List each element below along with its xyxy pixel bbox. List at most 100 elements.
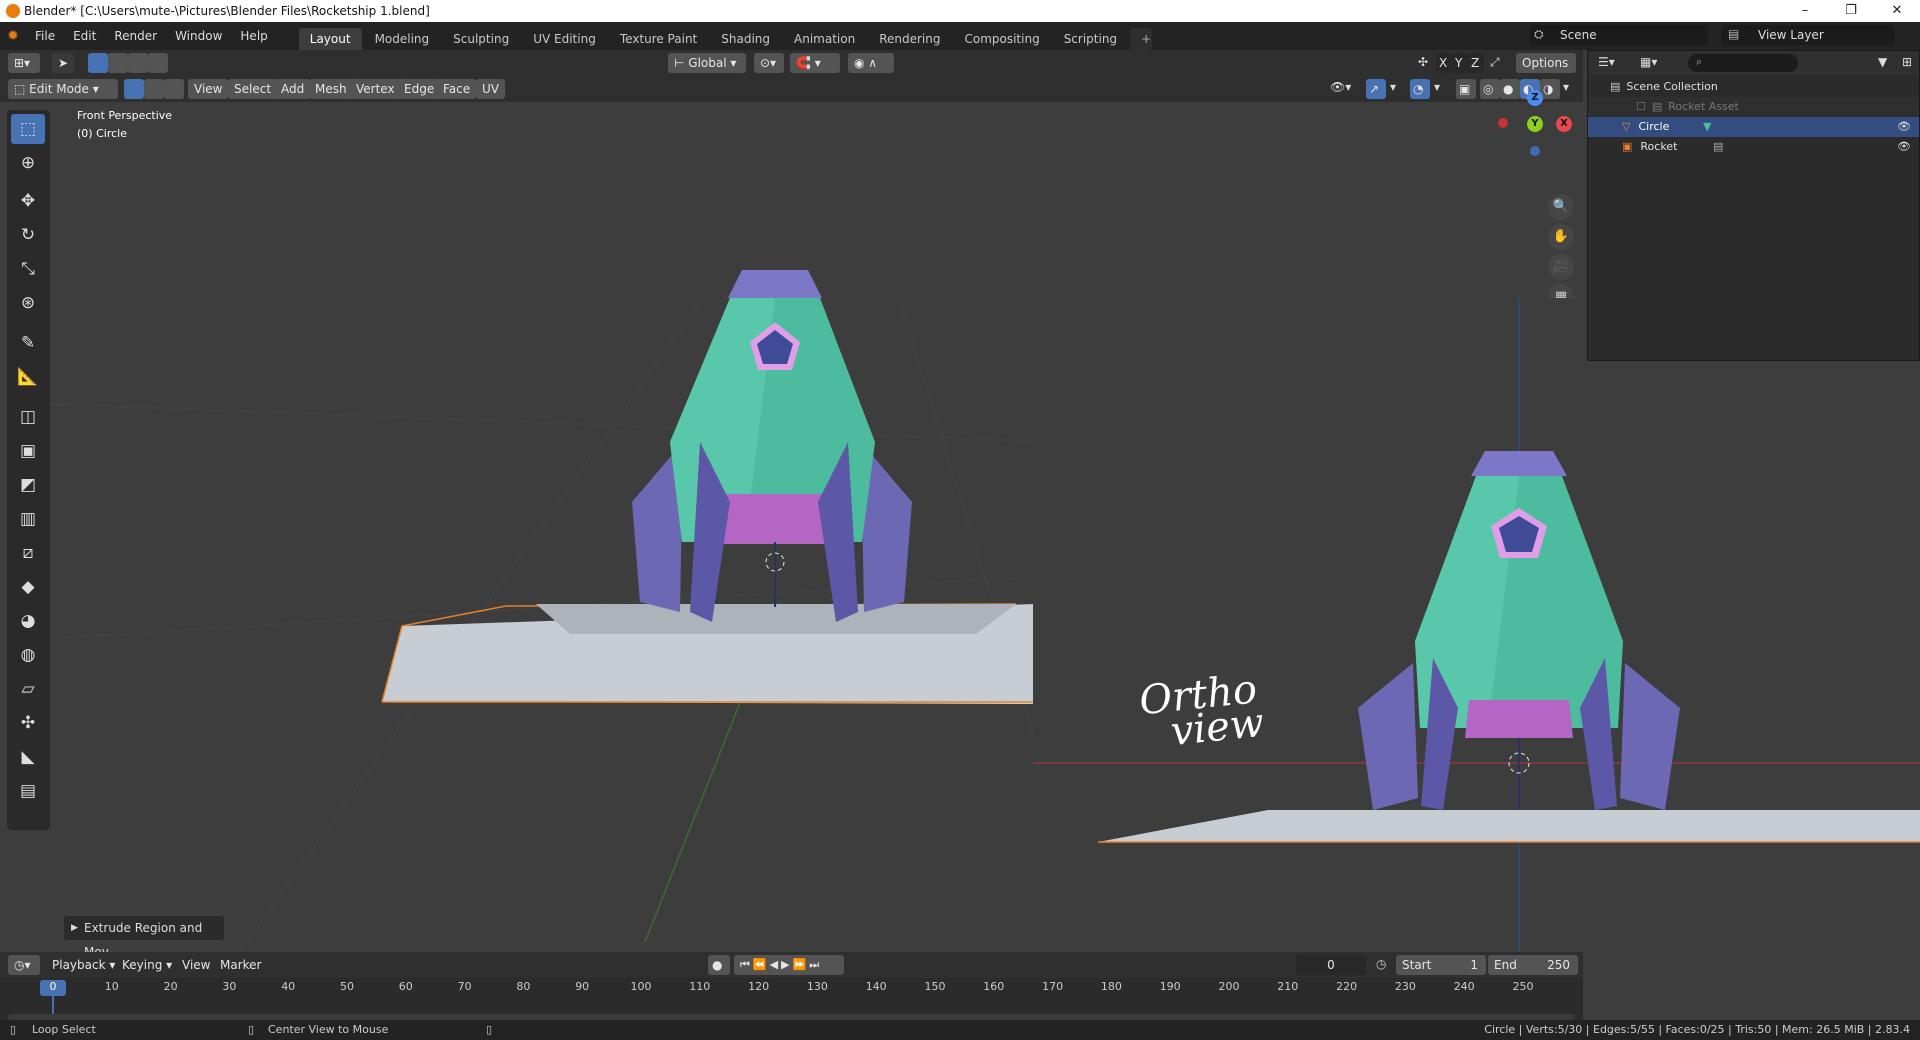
tab-uv-editing[interactable]: UV Editing bbox=[522, 28, 607, 50]
move-tool-icon[interactable]: ✥ bbox=[11, 186, 45, 216]
tab-animation[interactable]: Animation bbox=[783, 28, 866, 50]
menu-timeline-view[interactable]: View bbox=[176, 955, 216, 975]
topology-mirror-icon[interactable]: ⤢ bbox=[1490, 55, 1500, 70]
select-tool-icon[interactable]: ➤ bbox=[52, 53, 74, 73]
filter-icon[interactable]: ▼ bbox=[1878, 55, 1887, 69]
snap-icon[interactable]: 🧲 ▾ bbox=[790, 53, 840, 73]
shading-dropdown-icon[interactable]: ▾ bbox=[1563, 80, 1569, 94]
blender-menu-icon[interactable]: ✹ bbox=[0, 28, 26, 44]
mode-dropdown[interactable]: ⬚ Edit Mode ▾ bbox=[8, 79, 118, 99]
tab-modeling[interactable]: Modeling bbox=[364, 28, 441, 50]
preview-range-icon[interactable]: ◷ bbox=[1376, 957, 1386, 971]
gizmo-neg-z-axis[interactable] bbox=[1530, 146, 1540, 156]
menu-uv[interactable]: UV bbox=[476, 79, 505, 99]
gizmo-x-axis[interactable]: X bbox=[1556, 116, 1572, 132]
edge-slide-tool-icon[interactable]: ▱ bbox=[11, 674, 45, 704]
start-frame-field[interactable]: Start 1 bbox=[1396, 955, 1486, 975]
menu-edge[interactable]: Edge bbox=[398, 79, 441, 99]
scene-selector[interactable]: Scene bbox=[1530, 25, 1708, 45]
bevel-tool-icon[interactable]: ◩ bbox=[11, 470, 45, 500]
end-frame-field[interactable]: End 250 bbox=[1488, 955, 1578, 975]
zoom-icon[interactable]: 🔍 bbox=[1548, 194, 1574, 220]
timeline-editor-type-button[interactable]: ◷▾ bbox=[8, 955, 40, 975]
menu-window[interactable]: Window bbox=[166, 22, 231, 50]
outliner-item-rocket[interactable]: ▣ Rocket ▤ 👁 bbox=[1588, 137, 1919, 157]
extrude-tool-icon[interactable]: ◫ bbox=[11, 402, 45, 432]
visibility-icon[interactable]: 👁▾ bbox=[1330, 80, 1351, 94]
tab-layout[interactable]: Layout bbox=[298, 28, 362, 50]
menu-view[interactable]: View bbox=[188, 79, 229, 99]
mesh-data-icon[interactable]: ▼ bbox=[1703, 117, 1711, 137]
rip-tool-icon[interactable]: ▤ bbox=[11, 776, 45, 806]
tab-sculpting[interactable]: Sculpting bbox=[442, 28, 520, 50]
outliner-item-rocket-asset[interactable]: ☐ ▤ Rocket Asset bbox=[1588, 97, 1919, 117]
menu-marker[interactable]: Marker bbox=[214, 955, 267, 975]
close-button[interactable]: ✕ bbox=[1874, 0, 1920, 22]
select-box-tool-icon[interactable]: ⬚ bbox=[11, 114, 45, 144]
pan-hand-icon[interactable]: ✋ bbox=[1548, 224, 1574, 250]
select-intersect-icon[interactable] bbox=[148, 53, 168, 73]
menu-select[interactable]: Select bbox=[228, 79, 278, 99]
new-collection-icon[interactable]: ⊞ bbox=[1902, 55, 1912, 69]
camera-view-icon[interactable]: 🎥 bbox=[1548, 254, 1574, 280]
menu-help[interactable]: Help bbox=[231, 22, 276, 50]
measure-tool-icon[interactable]: 📐 bbox=[11, 362, 45, 392]
solid-shading-icon[interactable]: ● bbox=[1500, 79, 1520, 99]
select-new-icon[interactable] bbox=[88, 53, 108, 73]
menu-face[interactable]: Face bbox=[437, 79, 477, 99]
outliner-search-input[interactable]: ⌕ bbox=[1688, 54, 1798, 72]
tab-compositing[interactable]: Compositing bbox=[953, 28, 1050, 50]
gizmo-neg-x-axis[interactable] bbox=[1498, 118, 1508, 128]
visibility-eye-icon[interactable]: 👁 bbox=[1897, 117, 1911, 137]
gizmo-y-axis[interactable]: Y bbox=[1527, 116, 1543, 132]
gizmo-dropdown-icon[interactable]: ▾ bbox=[1390, 80, 1396, 94]
rotate-tool-icon[interactable]: ↻ bbox=[11, 220, 45, 250]
outliner-editor-icon[interactable]: ☰▾ bbox=[1598, 55, 1615, 69]
tab-scripting[interactable]: Scripting bbox=[1053, 28, 1128, 50]
current-frame-field[interactable]: 0 bbox=[1296, 955, 1366, 975]
visibility-eye-icon[interactable]: 👁 bbox=[1897, 137, 1911, 157]
tab-rendering[interactable]: Rendering bbox=[868, 28, 951, 50]
mirror-icon[interactable]: ✣ bbox=[1418, 55, 1428, 69]
view-layer-selector[interactable]: View Layer bbox=[1722, 25, 1894, 45]
menu-keying[interactable]: Keying ▾ bbox=[116, 955, 178, 975]
mirror-x-toggle[interactable]: X bbox=[1436, 53, 1452, 73]
gizmo-toggle-icon[interactable]: ↗ bbox=[1366, 79, 1386, 99]
rendered-shading-icon[interactable]: ◑ bbox=[1540, 79, 1560, 99]
outliner-item-circle[interactable]: ▽ Circle ▼ 👁 bbox=[1588, 117, 1919, 137]
menu-file[interactable]: File bbox=[26, 22, 64, 50]
collection-instance-icon[interactable]: ▤ bbox=[1713, 137, 1723, 157]
smooth-tool-icon[interactable]: ◍ bbox=[11, 640, 45, 670]
menu-add[interactable]: Add bbox=[275, 79, 311, 99]
cursor-tool-icon[interactable]: ⊕ bbox=[11, 148, 45, 178]
transform-tool-icon[interactable]: ⊛ bbox=[11, 288, 45, 318]
knife-tool-icon[interactable]: ⧄ bbox=[11, 538, 45, 568]
tab-texture-paint[interactable]: Texture Paint bbox=[609, 28, 708, 50]
shear-tool-icon[interactable]: ◣ bbox=[11, 742, 45, 772]
record-button[interactable]: ● bbox=[708, 955, 730, 975]
overlay-dropdown-icon[interactable]: ▾ bbox=[1434, 80, 1440, 94]
shrink-fatten-tool-icon[interactable]: ✣ bbox=[11, 708, 45, 738]
poly-build-tool-icon[interactable]: ◆ bbox=[11, 572, 45, 602]
overlay-toggle-icon[interactable]: ◔ bbox=[1410, 79, 1430, 99]
scene-collection-row[interactable]: ▤ Scene Collection bbox=[1588, 77, 1919, 97]
spin-tool-icon[interactable]: ◕ bbox=[11, 606, 45, 636]
wireframe-shading-icon[interactable]: ◎ bbox=[1480, 79, 1500, 99]
select-subtract-icon[interactable] bbox=[128, 53, 148, 73]
scale-tool-icon[interactable]: ⤡ bbox=[11, 254, 45, 284]
vertex-select-mode-icon[interactable] bbox=[124, 79, 144, 99]
menu-playback[interactable]: Playback ▾ bbox=[46, 955, 121, 975]
minimize-button[interactable]: – bbox=[1782, 0, 1828, 22]
playback-controls[interactable]: ⏮⏪◀▶⏩⏭ bbox=[734, 955, 844, 975]
menu-edit[interactable]: Edit bbox=[64, 22, 105, 50]
edge-select-mode-icon[interactable] bbox=[144, 79, 164, 99]
select-extend-icon[interactable] bbox=[108, 53, 128, 73]
exclude-checkbox[interactable]: ☐ bbox=[1636, 100, 1646, 113]
annotate-tool-icon[interactable]: ✎ bbox=[11, 328, 45, 358]
gizmo-z-axis[interactable]: Z bbox=[1527, 90, 1543, 106]
menu-mesh[interactable]: Mesh bbox=[309, 79, 353, 99]
face-select-mode-icon[interactable] bbox=[164, 79, 184, 99]
mirror-z-toggle[interactable]: Z bbox=[1468, 53, 1484, 73]
menu-render[interactable]: Render bbox=[105, 22, 166, 50]
tab-shading[interactable]: Shading bbox=[710, 28, 781, 50]
